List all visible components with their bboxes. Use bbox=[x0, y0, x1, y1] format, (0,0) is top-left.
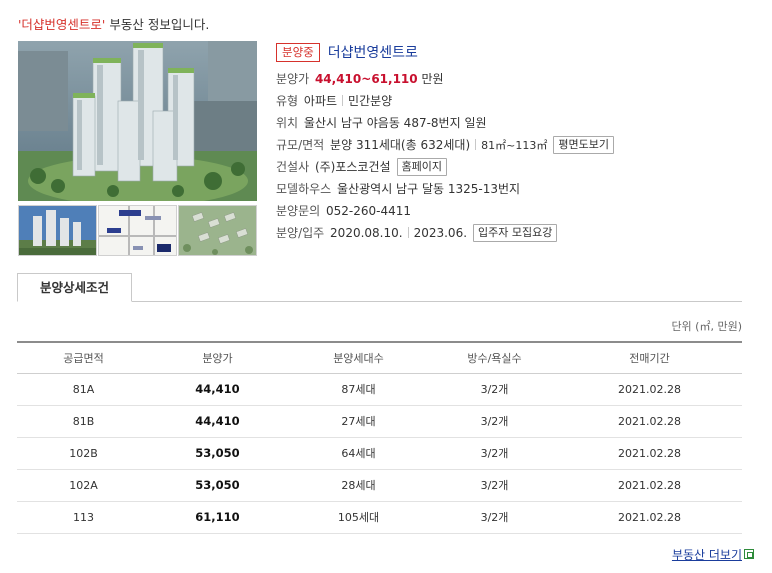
table-row: 81A 44,410 87세대 3/2개 2021.02.28 bbox=[17, 373, 742, 406]
inquiry-value: 052-260-4411 bbox=[326, 204, 412, 218]
property-title-row: 분양중 더샵번영센트로 bbox=[276, 42, 418, 64]
inquiry-label: 분양문의 bbox=[276, 204, 321, 218]
thumbnail-strip bbox=[18, 205, 257, 256]
price-cell: 44,410 bbox=[150, 373, 285, 406]
unit-note: 단위 (㎡, 만원) bbox=[671, 320, 742, 333]
modelhouse-row: 모델하우스 울산광역시 남구 달동 1325-13번지 bbox=[276, 178, 520, 200]
price-cell: 61,110 bbox=[150, 501, 285, 534]
thumbnail-exterior-image bbox=[19, 206, 96, 255]
thumbnail-exterior[interactable] bbox=[18, 205, 97, 256]
apartment-rendering-image bbox=[18, 41, 257, 201]
table-row: 102B 53,050 64세대 3/2개 2021.02.28 bbox=[17, 437, 742, 470]
location-row: 위치 울산시 남구 야음동 487-8번지 일원 bbox=[276, 112, 487, 134]
units-cell: 27세대 bbox=[285, 405, 432, 438]
column-header: 분양가 bbox=[150, 342, 285, 374]
table-row: 102A 53,050 28세대 3/2개 2021.02.28 bbox=[17, 469, 742, 502]
price-unit: 만원 bbox=[421, 72, 444, 86]
area-cell: 81B bbox=[17, 405, 150, 438]
units-cell: 64세대 bbox=[285, 437, 432, 470]
headline-text: 부동산 정보입니다. bbox=[105, 17, 210, 32]
resale-cell: 2021.02.28 bbox=[557, 405, 742, 438]
rooms-cell: 3/2개 bbox=[432, 405, 557, 438]
table-header-row: 공급면적 분양가 분양세대수 방수/욕실수 전매기간 bbox=[17, 342, 742, 374]
scale-row: 규모/면적 분양 311세대(총 632세대) 81㎡~113㎡ 평면도보기 bbox=[276, 134, 614, 156]
movein-date: 2023.06. bbox=[413, 226, 468, 240]
area-cell: 102A bbox=[17, 469, 150, 502]
table-row: 113 61,110 105세대 3/2개 2021.02.28 bbox=[17, 501, 742, 534]
thumbnail-map-image bbox=[99, 206, 176, 255]
price-value: 44,410~61,110 bbox=[314, 72, 418, 86]
units-cell: 28세대 bbox=[285, 469, 432, 502]
location-label: 위치 bbox=[276, 116, 299, 130]
price-cell: 53,050 bbox=[150, 469, 285, 502]
rooms-cell: 3/2개 bbox=[432, 373, 557, 406]
price-label: 분양가 bbox=[276, 72, 310, 86]
type-value: 아파트 bbox=[303, 94, 338, 108]
scale-value: 분양 311세대(총 632세대) bbox=[330, 138, 471, 152]
column-header: 방수/욕실수 bbox=[432, 342, 557, 374]
table-row: 81B 44,410 27세대 3/2개 2021.02.28 bbox=[17, 405, 742, 438]
area-value: 81㎡~113㎡ bbox=[481, 139, 548, 152]
type-row: 유형 아파트 민간분양 bbox=[276, 90, 392, 112]
rooms-cell: 3/2개 bbox=[432, 469, 557, 502]
external-window-icon[interactable] bbox=[744, 549, 754, 559]
sale-date: 2020.08.10. bbox=[330, 226, 403, 240]
homepage-button[interactable]: 홈페이지 bbox=[396, 158, 448, 176]
thumbnail-siteplan[interactable] bbox=[178, 205, 257, 256]
thumbnail-siteplan-image bbox=[179, 206, 256, 255]
tab-bar: 분양상세조건 bbox=[17, 273, 742, 302]
modelhouse-label: 모델하우스 bbox=[276, 182, 332, 196]
price-cell: 53,050 bbox=[150, 437, 285, 470]
main-building-photo[interactable] bbox=[18, 41, 257, 201]
status-badge: 분양중 bbox=[276, 43, 320, 62]
units-cell: 105세대 bbox=[285, 501, 432, 534]
units-cell: 87세대 bbox=[285, 373, 432, 406]
price-row: 분양가 44,410~61,110 만원 bbox=[276, 68, 444, 90]
movein-label: 분양/입주 bbox=[276, 226, 325, 240]
inquiry-row: 분양문의 052-260-4411 bbox=[276, 200, 411, 222]
property-name-link[interactable]: 더샵번영센트로 bbox=[328, 45, 418, 61]
page-headline: '더샵번영센트로' 부동산 정보입니다. bbox=[18, 14, 209, 33]
area-cell: 102B bbox=[17, 437, 150, 470]
column-header: 전매기간 bbox=[557, 342, 742, 374]
headline-property-name: '더샵번영센트로' bbox=[18, 17, 106, 32]
resale-cell: 2021.02.28 bbox=[557, 373, 742, 406]
scale-label: 규모/면적 bbox=[276, 138, 325, 152]
builder-row: 건설사 (주)포스코건설 홈페이지 bbox=[276, 156, 448, 178]
price-cell: 44,410 bbox=[150, 405, 285, 438]
area-cell: 113 bbox=[17, 501, 150, 534]
more-realestate-link[interactable]: 부동산 더보기 bbox=[672, 546, 742, 563]
divider bbox=[342, 95, 344, 106]
resale-cell: 2021.02.28 bbox=[557, 437, 742, 470]
divider bbox=[407, 227, 409, 238]
type-label: 유형 bbox=[276, 94, 299, 108]
column-header: 공급면적 bbox=[17, 342, 150, 374]
thumbnail-map[interactable] bbox=[98, 205, 177, 256]
builder-label: 건설사 bbox=[276, 160, 310, 174]
divider bbox=[475, 139, 477, 150]
resale-cell: 2021.02.28 bbox=[557, 469, 742, 502]
movein-row: 분양/입주 2020.08.10. 2023.06. 입주자 모집요강 bbox=[276, 222, 558, 244]
rooms-cell: 3/2개 bbox=[432, 437, 557, 470]
sale-detail-table: 공급면적 분양가 분양세대수 방수/욕실수 전매기간 81A 44,410 87… bbox=[17, 341, 742, 534]
column-header: 분양세대수 bbox=[285, 342, 432, 374]
tab-sale-details[interactable]: 분양상세조건 bbox=[17, 273, 132, 302]
area-cell: 81A bbox=[17, 373, 150, 406]
resale-cell: 2021.02.28 bbox=[557, 501, 742, 534]
location-value: 울산시 남구 야음동 487-8번지 일원 bbox=[303, 116, 487, 130]
builder-value: (주)포스코건설 bbox=[314, 160, 391, 174]
modelhouse-value: 울산광역시 남구 달동 1325-13번지 bbox=[337, 182, 521, 196]
floorplan-button[interactable]: 평면도보기 bbox=[553, 136, 614, 154]
rooms-cell: 3/2개 bbox=[432, 501, 557, 534]
notice-button[interactable]: 입주자 모집요강 bbox=[473, 224, 558, 242]
type-value-2: 민간분양 bbox=[348, 94, 393, 108]
